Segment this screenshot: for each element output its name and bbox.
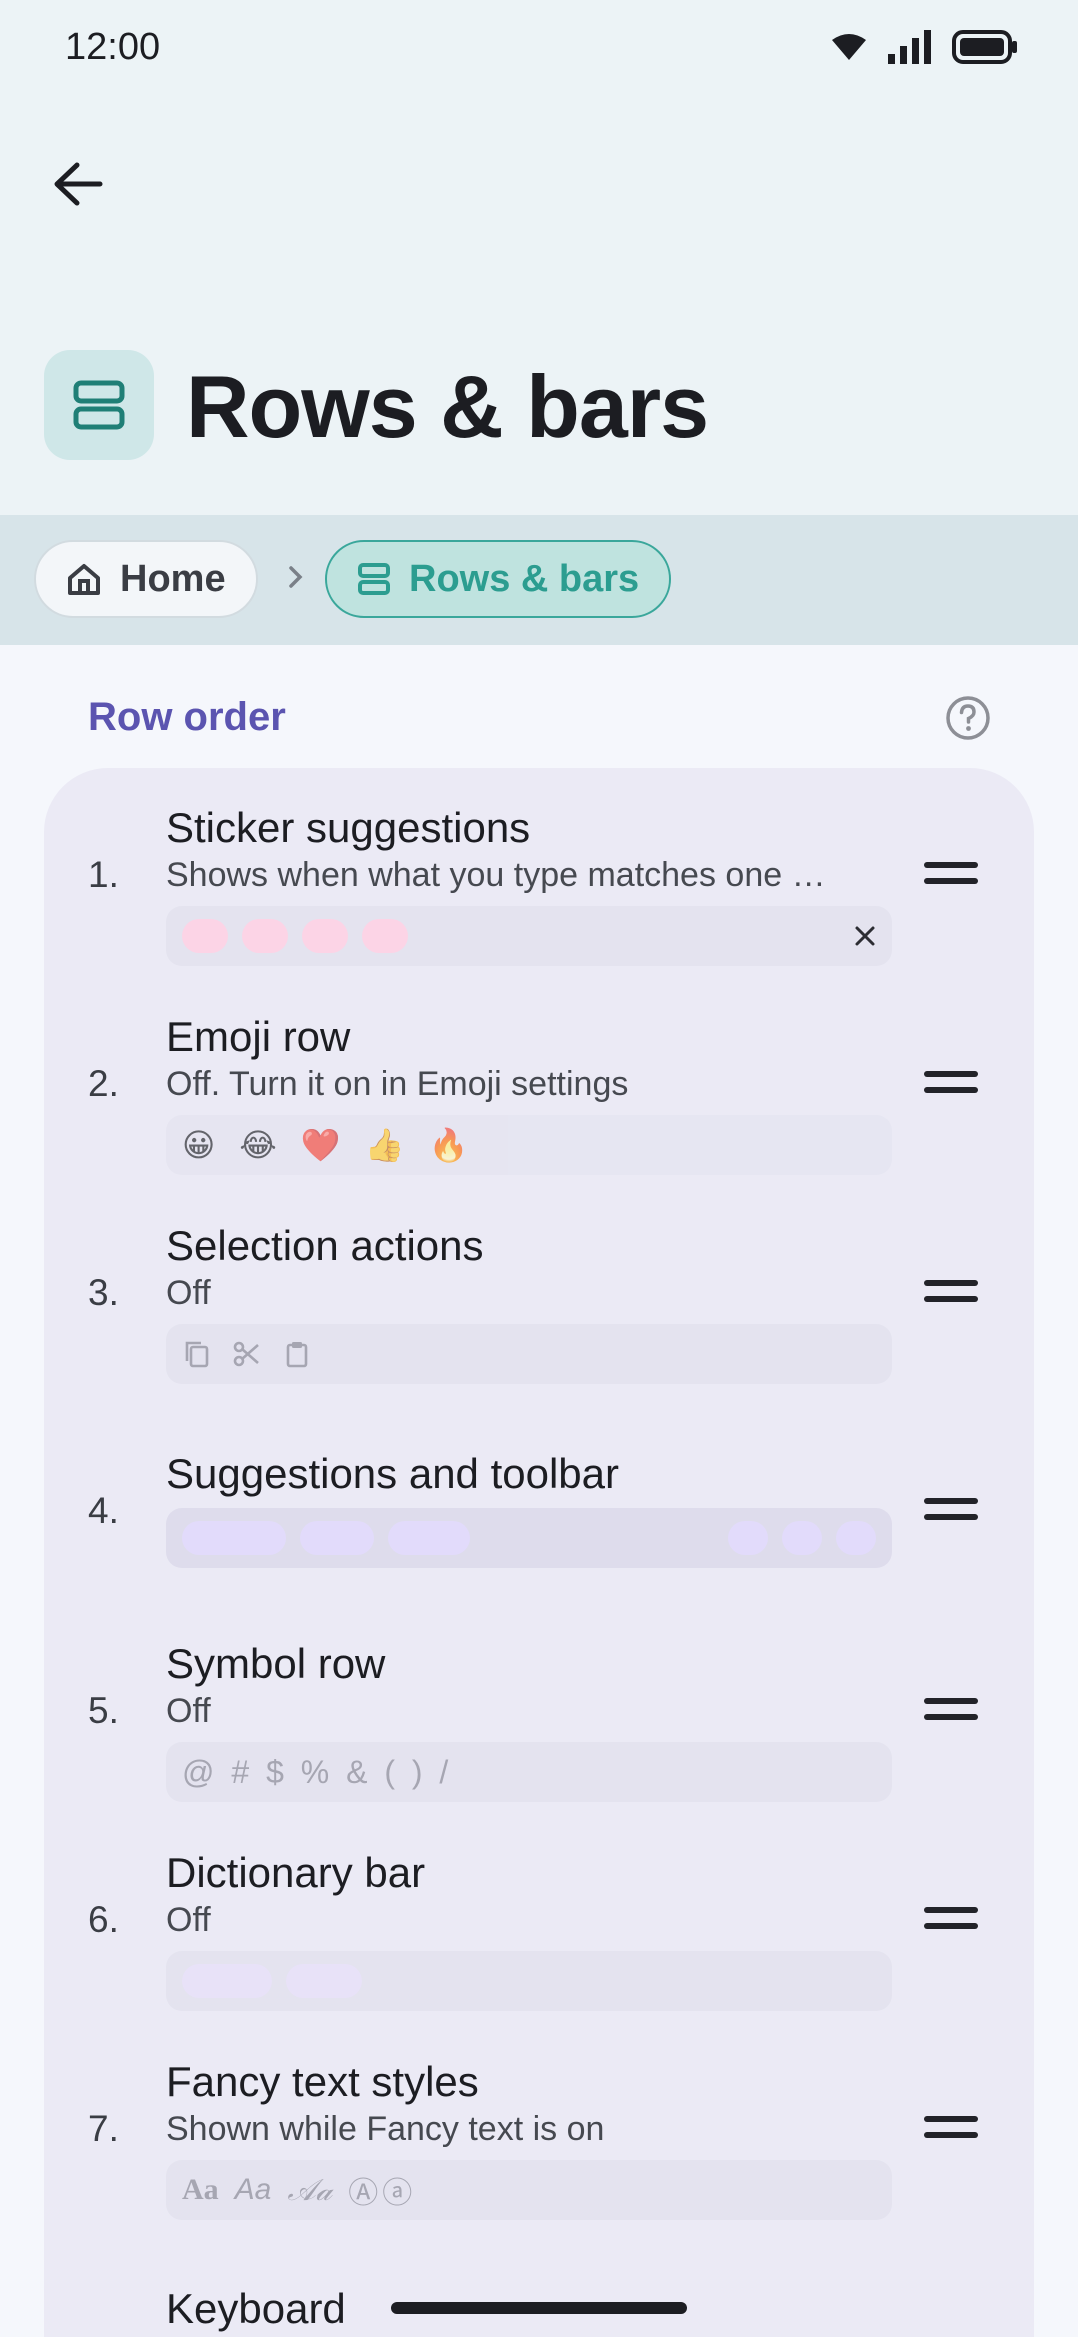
drag-handle-icon[interactable] — [924, 2116, 978, 2140]
symbol-preview-text: @ # $ % & ( ) / — [182, 1753, 449, 1790]
list-item[interactable]: 6. Dictionary bar Off — [44, 1849, 1034, 2049]
row-title: Keyboard — [166, 2285, 346, 2332]
fancy-text-preview: Aa Aa 𝒜𝒶 Ⓐ ⓐ — [166, 2160, 892, 2220]
status-time: 12:00 — [65, 26, 161, 68]
row-title: Symbol row — [166, 1640, 386, 1687]
row-number: 5. — [88, 1690, 119, 1731]
row-number: 2. — [88, 1063, 119, 1104]
list-item[interactable]: 1. Sticker suggestions Shows when what y… — [44, 804, 1034, 1004]
emoji: 🔥 — [428, 1127, 469, 1163]
row-subtitle: Off — [166, 1274, 211, 1312]
drag-handle-icon[interactable] — [924, 1280, 978, 1304]
section-title: Row order — [88, 695, 286, 739]
row-title: Emoji row — [166, 1013, 351, 1060]
row-subtitle: Off — [166, 1692, 211, 1730]
rows-icon — [44, 350, 154, 460]
style-sample: ⓐ — [382, 2177, 413, 2210]
row-number: 4. — [88, 1490, 119, 1531]
list-item[interactable]: 3. Selection actions Off — [44, 1222, 1034, 1422]
wifi-icon — [832, 34, 866, 60]
help-icon[interactable] — [944, 694, 992, 742]
breadcrumb-current-label: Rows & bars — [409, 557, 640, 600]
row-number: 3. — [88, 1272, 119, 1313]
breadcrumb-home[interactable]: Home — [34, 540, 258, 618]
chevron-right-icon — [289, 566, 303, 588]
list-item[interactable]: 4. Suggestions and toolbar — [44, 1450, 1034, 1650]
sticker-preview — [166, 906, 892, 966]
battery-icon — [952, 30, 1017, 64]
status-bar: 12:00 — [0, 0, 1078, 100]
symbol-preview: @ # $ % & ( ) / — [166, 1742, 892, 1802]
toolbar-preview — [166, 1508, 892, 1568]
rows-icon — [358, 563, 390, 595]
row-title: Sticker suggestions — [166, 804, 531, 851]
row-title: Dictionary bar — [166, 1849, 426, 1896]
row-title: Fancy text styles — [166, 2058, 479, 2105]
close-icon — [855, 926, 875, 946]
row-title: Selection actions — [166, 1222, 484, 1269]
dictionary-preview — [166, 1951, 892, 2011]
copy-icon — [185, 1341, 209, 1368]
emoji: ❤️ — [300, 1127, 341, 1163]
home-icon — [68, 564, 100, 595]
drag-handle-icon[interactable] — [924, 1498, 978, 1522]
signal-icon — [888, 30, 931, 64]
row-subtitle: Shown while Fancy text is on — [166, 2110, 605, 2148]
emoji: 😂 — [239, 1127, 277, 1163]
drag-handle-icon[interactable] — [924, 1071, 978, 1095]
style-sample: Aa — [234, 2173, 272, 2206]
drag-handle-icon[interactable] — [924, 1907, 978, 1931]
back-button[interactable] — [42, 148, 114, 220]
style-sample: 𝒜𝒶 — [287, 2172, 333, 2208]
drag-handle-icon[interactable] — [924, 862, 978, 886]
row-subtitle: Off. Turn it on in Emoji settings — [166, 1065, 629, 1103]
row-number: 6. — [88, 1899, 119, 1940]
row-title: Suggestions and toolbar — [166, 1450, 619, 1497]
list-item[interactable]: 2. Emoji row Off. Turn it on in Emoji se… — [44, 1013, 1034, 1213]
drag-handle-icon[interactable] — [924, 1698, 978, 1722]
emoji: 😀 — [182, 1127, 216, 1163]
row-subtitle: Off — [166, 1901, 211, 1939]
list-item[interactable]: 5. Symbol row Off @ # $ % & ( ) / — [44, 1640, 1034, 1840]
emoji-preview: 😀 😂 ❤️ 👍 🔥 — [166, 1115, 892, 1175]
home-indicator — [391, 2302, 687, 2314]
row-number: 7. — [88, 2108, 119, 2149]
list-item[interactable]: 7. Fancy text styles Shown while Fancy t… — [44, 2058, 1034, 2258]
style-sample: Aa — [182, 2173, 219, 2206]
cut-icon — [233, 1341, 259, 1367]
selection-preview — [166, 1324, 892, 1384]
style-sample: Ⓐ — [348, 2177, 379, 2210]
breadcrumb-current[interactable]: Rows & bars — [325, 540, 672, 618]
paste-icon — [286, 1342, 308, 1368]
back-arrow-icon — [54, 162, 103, 206]
emoji: 👍 — [364, 1127, 405, 1163]
row-order-list: 1. Sticker suggestions Shows when what y… — [44, 768, 1034, 2337]
row-number: 1. — [88, 854, 119, 895]
breadcrumb-home-label: Home — [120, 557, 226, 600]
status-icons — [830, 30, 1018, 64]
row-subtitle: Shows when what you type matches one … — [166, 856, 826, 894]
page-title: Rows & bars — [186, 357, 709, 456]
